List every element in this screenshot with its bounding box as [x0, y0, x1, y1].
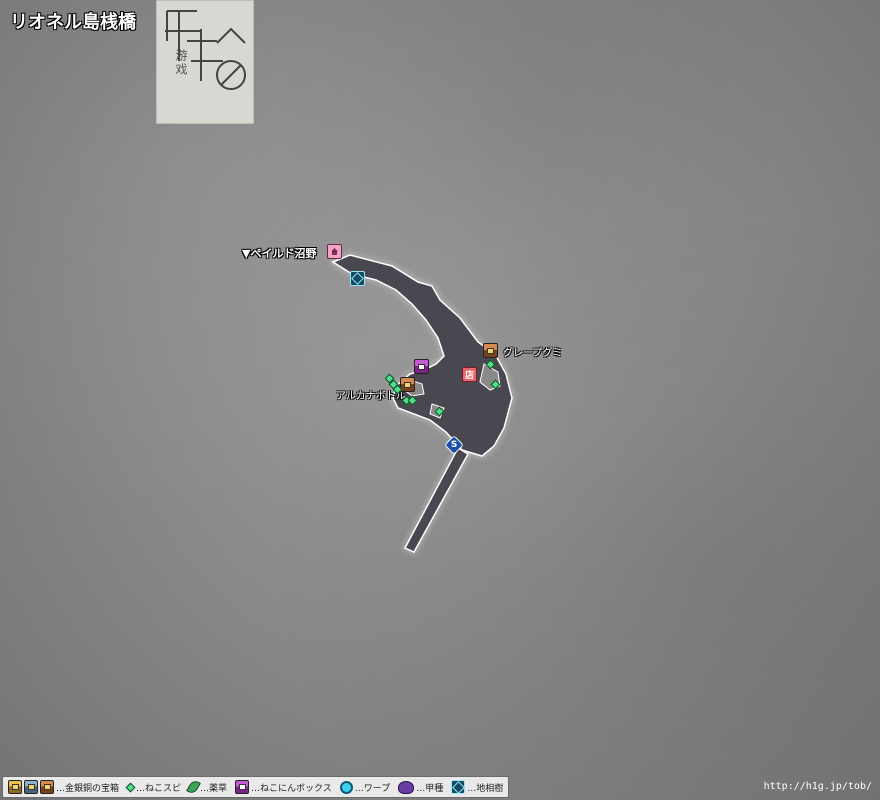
earth-tree-icon[interactable]: [350, 271, 365, 286]
exit-label[interactable]: ▼ペイルド沼野: [242, 245, 316, 261]
neko-spirit-icon: [125, 782, 136, 792]
nekonin-box-icon: [235, 780, 250, 794]
earth-tree-icon: [451, 780, 466, 794]
shop-label: 店: [464, 371, 474, 381]
legend-warp-text: …ワープ: [354, 783, 391, 794]
shop-icon[interactable]: 店: [462, 367, 477, 382]
legend-bar: …金銀銅の宝箱 …ねこスピ …薬草 …ねこにんボックス …ワープ …甲種 …地相…: [2, 776, 510, 798]
legend-herb-text: …薬草: [200, 783, 228, 794]
legend-beetle-text: …甲種: [416, 783, 444, 794]
warp-icon: [339, 780, 353, 794]
legend-tree-text: …地相樹: [467, 783, 504, 794]
gold-chest-icon: [8, 780, 22, 794]
legend-neko-text: …ねこスピ: [136, 783, 182, 794]
source-url[interactable]: http://h1g.jp/tob/: [764, 781, 872, 792]
bronze-chest-icon: [40, 780, 54, 794]
nekonin-box-icon[interactable]: [414, 359, 429, 374]
save-label: S: [450, 439, 458, 450]
herb-icon: [186, 778, 201, 796]
walkable-area: [331, 254, 513, 553]
beetle-icon: [398, 780, 415, 794]
house-icon[interactable]: [327, 244, 342, 259]
grape-gummy-label: グレープグミ: [503, 348, 563, 359]
treasure-chest-icon[interactable]: [483, 343, 498, 358]
silver-chest-icon: [24, 780, 38, 794]
legend-nekobox-text: …ねこにんボックス: [251, 783, 332, 794]
treasure-chest-icon[interactable]: [400, 377, 415, 392]
legend-chest-text: …金銀銅の宝箱: [56, 783, 120, 794]
